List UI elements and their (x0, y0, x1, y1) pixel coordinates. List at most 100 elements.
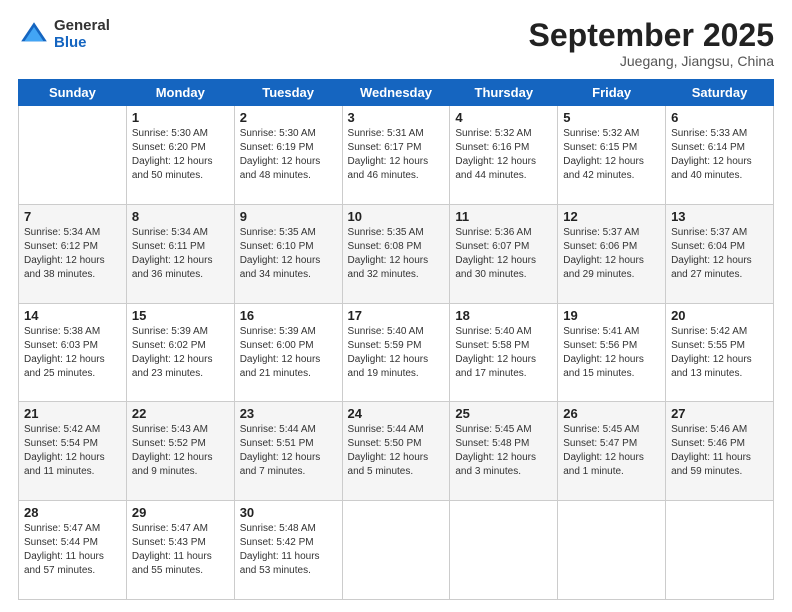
day-number: 14 (24, 308, 121, 323)
table-cell: 12 Sunrise: 5:37 AM Sunset: 6:06 PM Dayli… (558, 204, 666, 303)
cell-info: Sunrise: 5:35 AM Sunset: 6:10 PM Dayligh… (240, 226, 337, 282)
day-number: 28 (24, 505, 121, 520)
table-cell: 8 Sunrise: 5:34 AM Sunset: 6:11 PM Daylig… (126, 204, 234, 303)
cell-info: Sunrise: 5:45 AM Sunset: 5:48 PM Dayligh… (455, 423, 552, 479)
cell-info: Sunrise: 5:36 AM Sunset: 6:07 PM Dayligh… (455, 226, 552, 282)
day-number: 30 (240, 505, 337, 520)
header: General Blue September 2025 Juegang, Jia… (18, 18, 774, 69)
table-cell: 20Sunrise: 5:42 AM Sunset: 5:55 PM Dayli… (666, 303, 774, 402)
cell-info: Sunrise: 5:33 AM Sunset: 6:14 PM Dayligh… (671, 127, 768, 183)
month-title: September 2025 (529, 18, 774, 53)
table-cell (19, 106, 127, 205)
cell-info: Sunrise: 5:42 AM Sunset: 5:54 PM Dayligh… (24, 423, 121, 479)
cell-info: Sunrise: 5:48 AM Sunset: 5:42 PM Dayligh… (240, 522, 337, 578)
cell-info: Sunrise: 5:43 AM Sunset: 5:52 PM Dayligh… (132, 423, 229, 479)
cell-info: Sunrise: 5:30 AM Sunset: 6:19 PM Dayligh… (240, 127, 337, 183)
table-cell: 30 Sunrise: 5:48 AM Sunset: 5:42 PM Dayli… (234, 501, 342, 600)
table-cell: 11 Sunrise: 5:36 AM Sunset: 6:07 PM Dayli… (450, 204, 558, 303)
cell-info: Sunrise: 5:35 AM Sunset: 6:08 PM Dayligh… (348, 226, 445, 282)
table-cell: 23Sunrise: 5:44 AM Sunset: 5:51 PM Dayli… (234, 402, 342, 501)
cell-info: Sunrise: 5:31 AM Sunset: 6:17 PM Dayligh… (348, 127, 445, 183)
cell-info: Sunrise: 5:40 AM Sunset: 5:59 PM Dayligh… (348, 325, 445, 381)
cell-info: Sunrise: 5:39 AM Sunset: 6:00 PM Dayligh… (240, 325, 337, 381)
calendar-week-row: 1 Sunrise: 5:30 AM Sunset: 6:20 PM Daylig… (19, 106, 774, 205)
table-cell: 6 Sunrise: 5:33 AM Sunset: 6:14 PM Daylig… (666, 106, 774, 205)
cell-info: Sunrise: 5:42 AM Sunset: 5:55 PM Dayligh… (671, 325, 768, 381)
calendar-week-row: 28 Sunrise: 5:47 AM Sunset: 5:44 PM Dayli… (19, 501, 774, 600)
calendar-week-row: 21Sunrise: 5:42 AM Sunset: 5:54 PM Dayli… (19, 402, 774, 501)
table-cell: 21Sunrise: 5:42 AM Sunset: 5:54 PM Dayli… (19, 402, 127, 501)
cell-info: Sunrise: 5:47 AM Sunset: 5:43 PM Dayligh… (132, 522, 229, 578)
cell-info: Sunrise: 5:37 AM Sunset: 6:06 PM Dayligh… (563, 226, 660, 282)
day-number: 22 (132, 406, 229, 421)
table-cell: 13Sunrise: 5:37 AM Sunset: 6:04 PM Dayli… (666, 204, 774, 303)
table-cell: 24Sunrise: 5:44 AM Sunset: 5:50 PM Dayli… (342, 402, 450, 501)
cell-info: Sunrise: 5:39 AM Sunset: 6:02 PM Dayligh… (132, 325, 229, 381)
table-cell: 9 Sunrise: 5:35 AM Sunset: 6:10 PM Daylig… (234, 204, 342, 303)
day-number: 25 (455, 406, 552, 421)
table-cell: 2 Sunrise: 5:30 AM Sunset: 6:19 PM Daylig… (234, 106, 342, 205)
day-number: 4 (455, 110, 552, 125)
day-number: 2 (240, 110, 337, 125)
table-cell: 29Sunrise: 5:47 AM Sunset: 5:43 PM Dayli… (126, 501, 234, 600)
day-number: 17 (348, 308, 445, 323)
logo-icon (18, 19, 50, 51)
calendar-week-row: 7 Sunrise: 5:34 AM Sunset: 6:12 PM Daylig… (19, 204, 774, 303)
cell-info: Sunrise: 5:34 AM Sunset: 6:11 PM Dayligh… (132, 226, 229, 282)
day-number: 26 (563, 406, 660, 421)
table-cell (666, 501, 774, 600)
logo-general: General (54, 18, 110, 35)
table-cell (558, 501, 666, 600)
col-friday: Friday (558, 80, 666, 106)
col-tuesday: Tuesday (234, 80, 342, 106)
logo: General Blue (18, 18, 110, 51)
day-number: 8 (132, 209, 229, 224)
calendar-table: Sunday Monday Tuesday Wednesday Thursday… (18, 79, 774, 600)
day-number: 13 (671, 209, 768, 224)
table-cell: 3Sunrise: 5:31 AM Sunset: 6:17 PM Daylig… (342, 106, 450, 205)
day-number: 1 (132, 110, 229, 125)
cell-info: Sunrise: 5:34 AM Sunset: 6:12 PM Dayligh… (24, 226, 121, 282)
table-cell: 19Sunrise: 5:41 AM Sunset: 5:56 PM Dayli… (558, 303, 666, 402)
table-cell (450, 501, 558, 600)
table-cell: 22 Sunrise: 5:43 AM Sunset: 5:52 PM Dayli… (126, 402, 234, 501)
table-cell: 5 Sunrise: 5:32 AM Sunset: 6:15 PM Daylig… (558, 106, 666, 205)
logo-text: General Blue (54, 18, 110, 51)
cell-info: Sunrise: 5:44 AM Sunset: 5:50 PM Dayligh… (348, 423, 445, 479)
table-cell: 26 Sunrise: 5:45 AM Sunset: 5:47 PM Dayli… (558, 402, 666, 501)
col-monday: Monday (126, 80, 234, 106)
cell-info: Sunrise: 5:40 AM Sunset: 5:58 PM Dayligh… (455, 325, 552, 381)
day-number: 9 (240, 209, 337, 224)
cell-info: Sunrise: 5:32 AM Sunset: 6:16 PM Dayligh… (455, 127, 552, 183)
cell-info: Sunrise: 5:45 AM Sunset: 5:47 PM Dayligh… (563, 423, 660, 479)
cell-info: Sunrise: 5:47 AM Sunset: 5:44 PM Dayligh… (24, 522, 121, 578)
cell-info: Sunrise: 5:41 AM Sunset: 5:56 PM Dayligh… (563, 325, 660, 381)
table-cell: 15Sunrise: 5:39 AM Sunset: 6:02 PM Dayli… (126, 303, 234, 402)
title-block: September 2025 Juegang, Jiangsu, China (529, 18, 774, 69)
table-cell: 4 Sunrise: 5:32 AM Sunset: 6:16 PM Daylig… (450, 106, 558, 205)
location: Juegang, Jiangsu, China (529, 53, 774, 69)
table-cell: 10 Sunrise: 5:35 AM Sunset: 6:08 PM Dayli… (342, 204, 450, 303)
cell-info: Sunrise: 5:46 AM Sunset: 5:46 PM Dayligh… (671, 423, 768, 479)
logo-blue: Blue (54, 35, 110, 52)
table-cell: 1 Sunrise: 5:30 AM Sunset: 6:20 PM Daylig… (126, 106, 234, 205)
day-number: 23 (240, 406, 337, 421)
day-number: 7 (24, 209, 121, 224)
table-cell: 25 Sunrise: 5:45 AM Sunset: 5:48 PM Dayli… (450, 402, 558, 501)
table-cell: 18 Sunrise: 5:40 AM Sunset: 5:58 PM Dayli… (450, 303, 558, 402)
cell-info: Sunrise: 5:30 AM Sunset: 6:20 PM Dayligh… (132, 127, 229, 183)
table-cell: 16 Sunrise: 5:39 AM Sunset: 6:00 PM Dayli… (234, 303, 342, 402)
day-number: 12 (563, 209, 660, 224)
page: General Blue September 2025 Juegang, Jia… (0, 0, 792, 612)
day-number: 10 (348, 209, 445, 224)
day-number: 16 (240, 308, 337, 323)
cell-info: Sunrise: 5:32 AM Sunset: 6:15 PM Dayligh… (563, 127, 660, 183)
day-number: 18 (455, 308, 552, 323)
day-number: 5 (563, 110, 660, 125)
day-number: 27 (671, 406, 768, 421)
cell-info: Sunrise: 5:38 AM Sunset: 6:03 PM Dayligh… (24, 325, 121, 381)
table-cell: 14 Sunrise: 5:38 AM Sunset: 6:03 PM Dayli… (19, 303, 127, 402)
day-number: 11 (455, 209, 552, 224)
calendar-header-row: Sunday Monday Tuesday Wednesday Thursday… (19, 80, 774, 106)
day-number: 6 (671, 110, 768, 125)
